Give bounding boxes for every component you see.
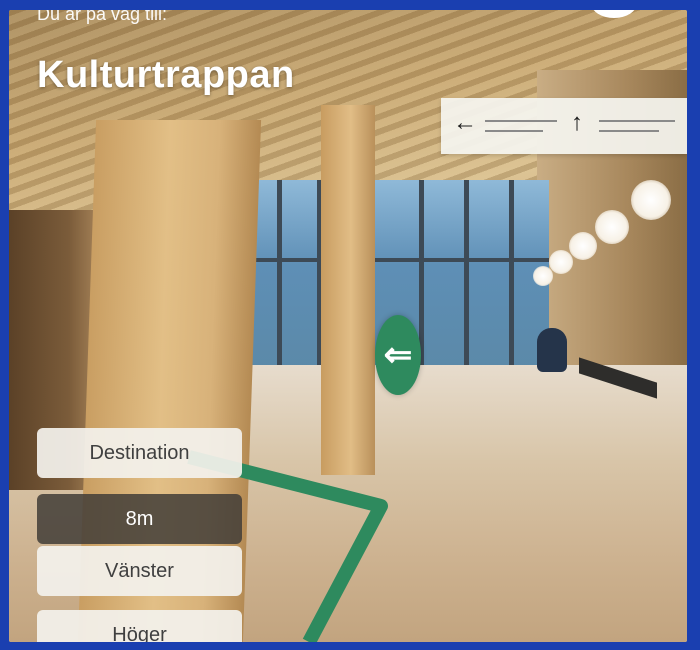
distance-button[interactable]: 8m <box>37 494 242 544</box>
ar-camera-view: ← ↑ ⇐ Du är på väg till: Kulturtrappan D… <box>9 10 687 642</box>
destination-button[interactable]: Destination <box>37 428 242 478</box>
destination-subtitle: Du är på väg till: <box>37 10 168 24</box>
arrow-up-icon: ↑ <box>571 109 583 136</box>
arrow-left-icon: ⇐ <box>383 336 413 374</box>
right-button[interactable]: Höger <box>37 610 242 642</box>
direction-sign: ← ↑ <box>441 98 687 154</box>
ar-direction-marker: ⇐ <box>375 315 421 395</box>
arrow-left-icon: ← <box>453 109 477 136</box>
destination-title: Kulturtrappan <box>37 54 295 96</box>
left-button[interactable]: Vänster <box>37 546 242 596</box>
